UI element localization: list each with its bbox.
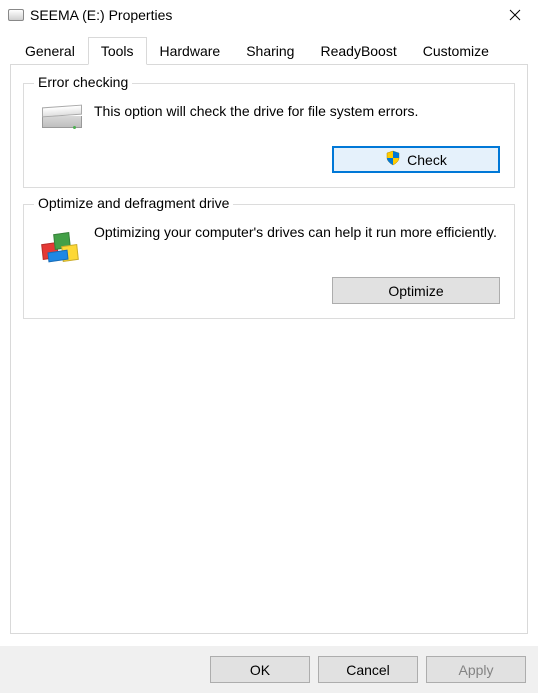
group-title-optimize: Optimize and defragment drive [34,195,233,211]
ok-button[interactable]: OK [210,656,310,683]
group-title-error-checking: Error checking [34,74,132,90]
window-title: SEEMA (E:) Properties [30,7,492,23]
optimize-desc: Optimizing your computer's drives can he… [86,223,500,241]
tab-general[interactable]: General [12,37,88,64]
tab-body: Error checking This option will check th… [10,64,528,634]
defrag-icon [38,223,86,263]
group-error-checking: Error checking This option will check th… [23,83,515,188]
cancel-label: Cancel [346,662,390,678]
check-button[interactable]: Check [332,146,500,173]
tabstrip: General Tools Hardware Sharing ReadyBoos… [12,36,528,64]
tab-readyboost[interactable]: ReadyBoost [307,37,409,64]
tab-sharing[interactable]: Sharing [233,37,307,64]
optimize-button[interactable]: Optimize [332,277,500,304]
apply-label: Apply [458,662,493,678]
titlebar: SEEMA (E:) Properties [0,0,538,30]
uac-shield-icon [385,150,401,169]
tab-tools[interactable]: Tools [88,37,147,65]
error-check-desc: This option will check the drive for fil… [86,102,500,120]
drive-icon [38,102,86,132]
drive-small-icon [8,9,24,21]
check-button-label: Check [407,152,447,168]
apply-button: Apply [426,656,526,683]
close-icon [509,9,521,21]
optimize-button-label: Optimize [388,283,443,299]
tab-hardware[interactable]: Hardware [147,37,234,64]
dialog-footer: OK Cancel Apply [0,646,538,693]
close-button[interactable] [492,0,538,30]
ok-label: OK [250,662,270,678]
tab-customize[interactable]: Customize [410,37,502,64]
group-optimize: Optimize and defragment drive Optimizing… [23,204,515,319]
cancel-button[interactable]: Cancel [318,656,418,683]
